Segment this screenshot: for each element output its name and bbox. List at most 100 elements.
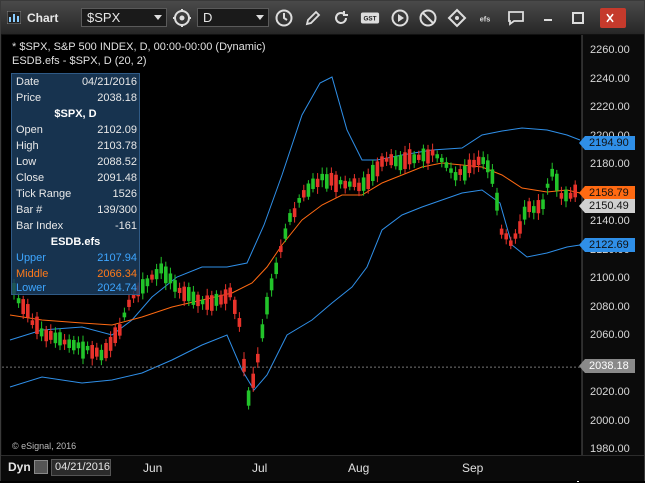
pencil-icon[interactable]: [303, 8, 323, 28]
candle-body: [352, 178, 357, 187]
candle-body: [325, 174, 329, 189]
close-label: Close: [16, 172, 45, 184]
candle-body: [518, 221, 522, 234]
middle-value: 2066.34: [97, 268, 137, 280]
candle-body: [118, 324, 122, 336]
candle-body: [260, 324, 265, 339]
candle-body: [338, 180, 343, 185]
efs-icon-label: efs: [480, 15, 491, 24]
candle-body: [256, 353, 260, 363]
candle-body: [44, 329, 48, 342]
chevron-down-icon[interactable]: [256, 15, 264, 20]
chevron-down-icon[interactable]: [154, 15, 162, 20]
candle-body: [228, 287, 232, 298]
date-field[interactable]: 04/21/2016: [51, 459, 111, 476]
candle-body: [72, 339, 76, 351]
upper-label: Upper: [16, 252, 46, 264]
no-entry-icon[interactable]: [418, 8, 438, 28]
candle-body: [182, 286, 186, 302]
candle-body: [486, 160, 490, 173]
candle-body: [467, 159, 472, 174]
candle-body: [302, 190, 306, 198]
symbol-combobox[interactable]: $SPX: [81, 8, 167, 27]
candle-body: [513, 233, 518, 239]
cursor-price-tag: 2038.18: [579, 359, 635, 373]
cursor-row-price: Price 2038.18: [16, 92, 137, 108]
candle-body: [205, 295, 209, 310]
candle-body: [430, 149, 435, 156]
candle-body: [564, 189, 568, 202]
open-label: Open: [16, 124, 43, 136]
cursor-window-panel[interactable]: Date 04/21/2016 Price 2038.18 $SPX, D Open…: [11, 73, 140, 295]
maximize-icon[interactable]: [568, 8, 588, 28]
price-axis-tick: 2180.00: [590, 158, 630, 170]
candle-body: [233, 299, 237, 314]
candle-body: [85, 345, 90, 351]
gst-icon[interactable]: GST: [360, 8, 382, 28]
dynamic-mode-label[interactable]: Dyn: [8, 460, 31, 474]
cursor-row-date: Date 04/21/2016: [16, 76, 137, 92]
price-axis-tick: 2020.00: [590, 386, 630, 398]
time-axis-bar: Dyn 04/21/2016 Jun Jul Aug Sep: [1, 455, 644, 481]
candle-body: [421, 148, 426, 162]
candle-body: [21, 299, 25, 315]
candle-body: [214, 293, 219, 306]
diamond-tag-icon[interactable]: [447, 8, 467, 28]
copyright-text: © eSignal, 2016: [12, 441, 77, 451]
lower-value: 2024.74: [97, 282, 137, 294]
symbol-heading: $SPX, D: [54, 108, 97, 120]
price-value: 2038.18: [97, 92, 137, 104]
candle-body: [127, 299, 131, 307]
candle-body: [113, 327, 117, 343]
close-icon[interactable]: [600, 8, 626, 28]
candle-body: [81, 341, 85, 359]
candle-body: [173, 280, 177, 292]
interval-value: D: [203, 10, 213, 25]
comment-icon[interactable]: [506, 8, 526, 28]
candle-body: [366, 174, 370, 190]
minimize-icon[interactable]: [538, 8, 558, 28]
price-axis-tick: 2240.00: [590, 72, 630, 85]
candle-body: [398, 154, 403, 171]
cursor-row-low: Low 2088.52: [16, 156, 137, 172]
cursor-row-high: High 2103.78: [16, 140, 137, 156]
study-legend: ESDB.efs - $SPX, D (20, 2): [12, 55, 147, 67]
chart-area[interactable]: * $SPX, S&P 500 INDEX, D, 00:00-00:00 (D…: [2, 35, 643, 482]
refresh-icon[interactable]: [331, 8, 351, 28]
price-label: Price: [16, 92, 42, 104]
interval-combobox[interactable]: D: [197, 8, 269, 27]
candle-body: [444, 162, 449, 168]
candle-body: [541, 199, 545, 210]
calendar-icon[interactable]: [34, 460, 48, 474]
candle-body: [476, 156, 481, 166]
high-label: High: [16, 140, 39, 152]
link-icon[interactable]: [172, 8, 192, 28]
candle-body: [499, 228, 504, 235]
play-icon[interactable]: [390, 8, 410, 28]
middle-band-tag: 2158.79: [579, 186, 635, 200]
lower-band-tag: 2122.69: [579, 238, 635, 252]
candle-body: [389, 154, 393, 166]
low-label: Low: [16, 156, 37, 168]
candle-body: [292, 208, 297, 218]
candle-body: [509, 240, 513, 246]
candle-body: [53, 332, 58, 344]
candle-body: [159, 263, 163, 274]
candle-body: [394, 156, 398, 167]
cursor-row-tick-range: Tick Range 1526: [16, 188, 137, 204]
candle-body: [288, 213, 292, 222]
candle-body: [343, 180, 347, 189]
candle-body: [210, 295, 214, 311]
chart-app-icon: [7, 11, 21, 24]
candle-body: [35, 316, 39, 335]
efs-icon[interactable]: efs: [475, 8, 497, 28]
candle-body: [30, 320, 35, 325]
symbol-value: $SPX: [87, 10, 121, 25]
candle-body: [490, 169, 495, 184]
candle-body: [62, 339, 67, 345]
candle-body: [90, 345, 94, 359]
gst-icon-label: GST: [363, 16, 376, 23]
candle-body: [200, 299, 205, 305]
bar-index-value: -161: [114, 220, 137, 232]
clock-icon[interactable]: [274, 8, 294, 28]
